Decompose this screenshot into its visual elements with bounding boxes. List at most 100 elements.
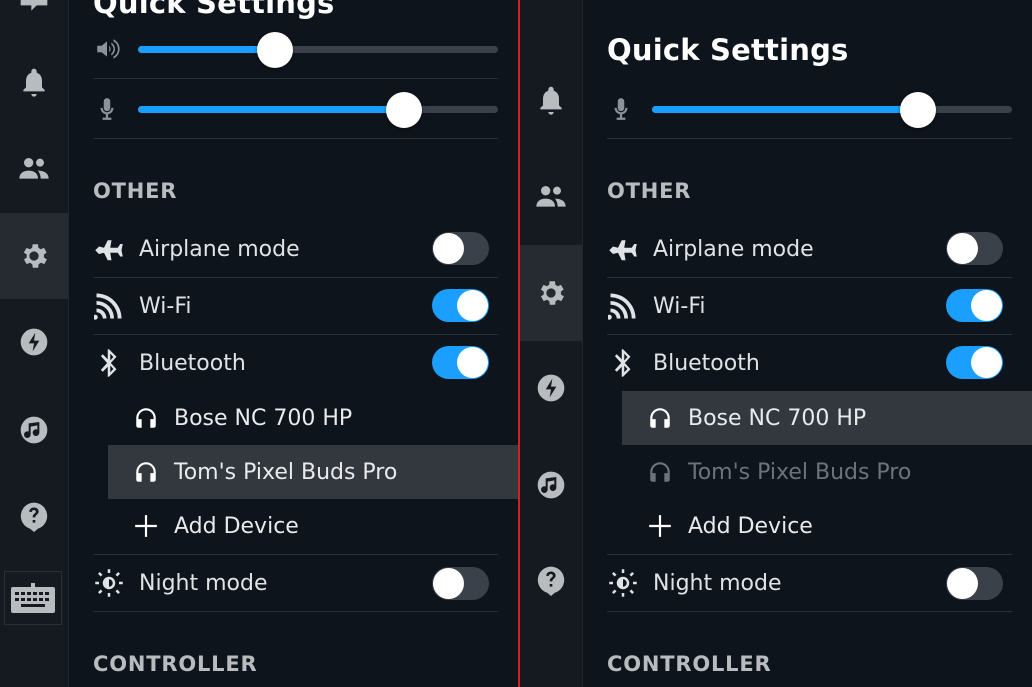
lightning-icon	[537, 374, 565, 402]
right-content: Quick Settings OTHER Airplane mode Wi-Fi…	[582, 0, 1032, 687]
left-content: Quick Settings OTHER Airplane mode Wi-Fi…	[68, 0, 518, 687]
bluetooth-toggle[interactable]	[432, 346, 489, 379]
divider	[607, 611, 1012, 612]
rail-music[interactable]	[520, 455, 582, 515]
keyboard-button[interactable]	[4, 571, 62, 625]
wifi-label: Wi-Fi	[653, 293, 706, 319]
wifi-toggle[interactable]	[946, 289, 1003, 322]
microphone-slider-knob[interactable]	[900, 91, 937, 128]
rail-help[interactable]	[520, 550, 582, 610]
bluetooth-toggle[interactable]	[946, 346, 1003, 379]
airplane-toggle[interactable]	[432, 232, 489, 265]
rail-notifications[interactable]	[520, 70, 582, 130]
friends-icon	[19, 158, 49, 179]
toggle-knob	[433, 568, 464, 599]
headphones-icon	[136, 408, 156, 428]
page-title: Quick Settings	[93, 0, 335, 20]
airplane-label: Airplane mode	[653, 236, 814, 262]
night-mode-icon	[95, 569, 123, 597]
page-title: Quick Settings	[607, 33, 849, 67]
volume-slider-fill	[138, 46, 275, 53]
bell-icon	[23, 68, 45, 97]
device-item-selected[interactable]: Tom's Pixel Buds Pro	[108, 445, 518, 499]
microphone-icon	[100, 98, 114, 120]
rail-notifications[interactable]	[0, 52, 68, 112]
wifi-icon	[94, 293, 122, 320]
device-label: Tom's Pixel Buds Pro	[688, 459, 912, 485]
microphone-slider-fill	[652, 106, 919, 113]
microphone-slider-fill	[138, 106, 405, 113]
airplane-label: Airplane mode	[139, 236, 300, 262]
right-side-rail	[520, 0, 583, 687]
toggle-knob	[457, 290, 488, 321]
microphone-slider[interactable]	[138, 91, 498, 128]
keyboard-icon	[11, 583, 55, 613]
rail-settings[interactable]	[520, 245, 582, 341]
divider	[93, 138, 498, 139]
rail-friends[interactable]	[520, 166, 582, 226]
volume-slider[interactable]	[138, 31, 498, 68]
wifi-label: Wi-Fi	[139, 293, 192, 319]
headphones-icon	[650, 408, 670, 428]
music-icon	[537, 471, 565, 499]
section-controller: CONTROLLER	[607, 652, 772, 676]
bluetooth-label: Bluetooth	[653, 350, 760, 376]
microphone-slider[interactable]	[652, 91, 1012, 128]
section-other: OTHER	[607, 179, 692, 203]
rail-friends[interactable]	[0, 138, 68, 198]
add-device-button[interactable]: Add Device	[108, 499, 518, 553]
volume-icon	[97, 39, 120, 59]
plus-icon	[649, 515, 671, 537]
night-mode-toggle[interactable]	[946, 567, 1003, 600]
rail-broadcast[interactable]	[0, 0, 68, 30]
gear-icon	[23, 244, 47, 268]
rail-help[interactable]	[0, 486, 68, 546]
bluetooth-label: Bluetooth	[139, 350, 246, 376]
wifi-toggle[interactable]	[432, 289, 489, 322]
divider	[93, 611, 498, 612]
airplane-icon	[95, 240, 123, 261]
device-item[interactable]: Tom's Pixel Buds Pro	[622, 445, 1032, 499]
device-label: Bose NC 700 HP	[688, 405, 867, 431]
broadcast-icon	[20, 0, 48, 11]
rail-performance[interactable]	[0, 312, 68, 372]
toggle-knob	[971, 290, 1002, 321]
rail-performance[interactable]	[520, 358, 582, 418]
friends-icon	[536, 186, 566, 207]
left-panel: Quick Settings OTHER Airplane mode Wi-Fi…	[0, 0, 518, 687]
device-item-selected[interactable]: Bose NC 700 HP	[622, 391, 1032, 445]
airplane-icon	[609, 240, 637, 261]
bell-icon	[540, 86, 562, 115]
gear-icon	[540, 281, 564, 305]
right-panel: Quick Settings OTHER Airplane mode Wi-Fi…	[520, 0, 1032, 687]
rail-music[interactable]	[0, 400, 68, 460]
music-icon	[20, 416, 48, 444]
airplane-toggle[interactable]	[946, 232, 1003, 265]
night-mode-toggle[interactable]	[432, 567, 489, 600]
night-mode-label: Night mode	[139, 570, 268, 596]
microphone-icon-wrap	[92, 94, 122, 124]
night-mode-icon	[609, 569, 637, 597]
toggle-knob	[947, 568, 978, 599]
plus-icon	[135, 515, 157, 537]
section-controller: CONTROLLER	[93, 652, 258, 676]
device-item[interactable]: Bose NC 700 HP	[108, 391, 518, 445]
toggle-knob	[947, 233, 978, 264]
help-icon	[537, 566, 565, 596]
section-other: OTHER	[93, 179, 178, 203]
divider	[93, 78, 498, 79]
volume-slider-knob[interactable]	[256, 31, 293, 68]
headphones-icon	[136, 462, 156, 482]
add-device-button[interactable]: Add Device	[622, 499, 1032, 553]
device-label: Tom's Pixel Buds Pro	[174, 459, 398, 485]
bluetooth-icon	[614, 349, 631, 377]
rail-settings[interactable]	[0, 213, 68, 299]
add-device-label: Add Device	[688, 513, 813, 539]
device-label: Bose NC 700 HP	[174, 405, 353, 431]
bluetooth-icon	[100, 349, 117, 377]
night-mode-label: Night mode	[653, 570, 782, 596]
divider	[607, 138, 1012, 139]
left-side-rail	[0, 0, 69, 687]
microphone-icon	[614, 98, 628, 120]
microphone-slider-knob[interactable]	[386, 91, 423, 128]
